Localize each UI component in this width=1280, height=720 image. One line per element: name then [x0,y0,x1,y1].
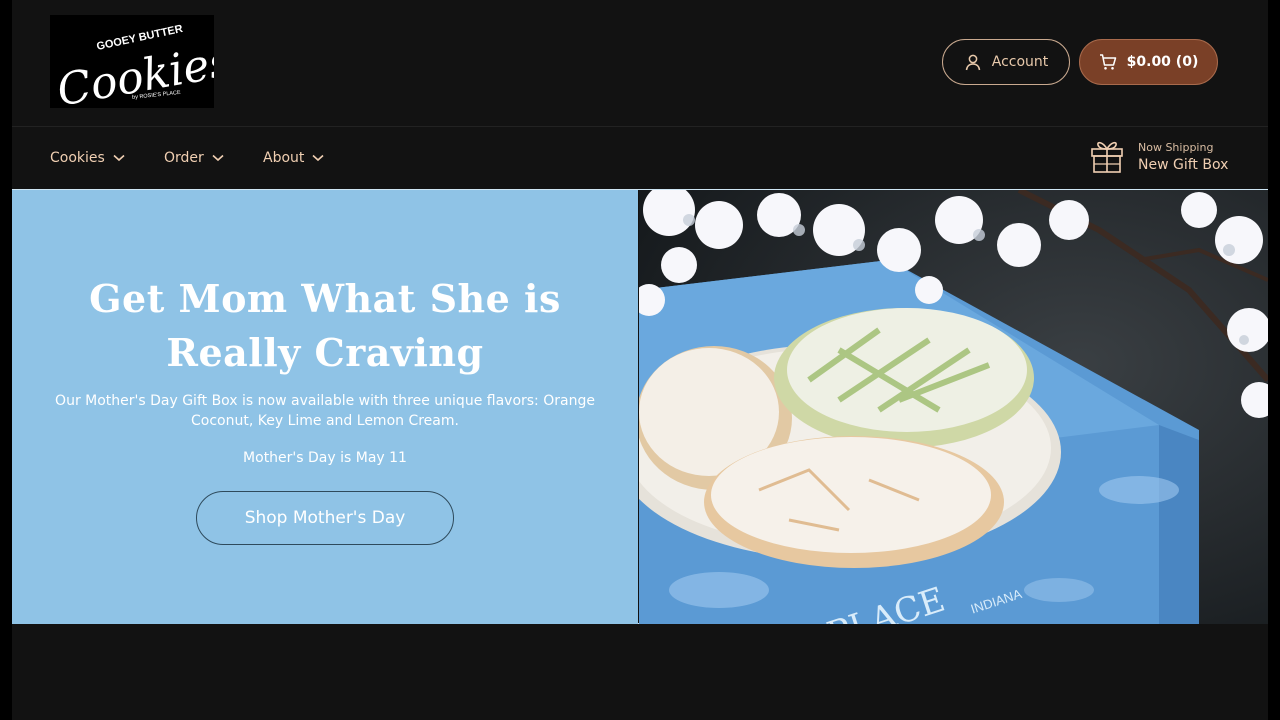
nav-item-label: Order [164,150,204,166]
gift-box-promo[interactable]: Now Shipping New Gift Box [1090,137,1228,179]
logo-graphic: GOOEY BUTTER Cookies by ROSIE'S PLACE [50,15,214,108]
brand-logo[interactable]: GOOEY BUTTER Cookies by ROSIE'S PLACE [50,15,214,108]
shop-mothers-day-button[interactable]: Shop Mother's Day [196,491,454,545]
nav-item-label: About [263,150,305,166]
user-icon [964,53,982,71]
promo-big-text: New Gift Box [1138,157,1229,173]
nav-item-label: Cookies [50,150,105,166]
gift-icon [1090,138,1124,178]
hero-title: Get Mom What She is Really Craving [89,276,561,375]
chevron-down-icon [212,154,224,162]
nav-item-about[interactable]: About [263,127,324,189]
main-nav: Cookies Order About Now Shipping New Gif… [12,127,1268,189]
cart-button[interactable]: $0.00 (0) [1079,39,1218,85]
hero-text-panel: Get Mom What She is Really Craving Our M… [12,190,638,624]
chevron-down-icon [113,154,125,162]
hero-description: Our Mother's Day Gift Box is now availab… [55,393,595,429]
hero-date-note: Mother's Day is May 11 [243,450,407,466]
nav-item-order[interactable]: Order [164,127,224,189]
hero-image: PLACE INDIANA [639,190,1268,624]
account-label: Account [991,54,1049,70]
account-button[interactable]: Account [942,39,1070,85]
nav-item-cookies[interactable]: Cookies [50,127,125,189]
below-fold-area [12,625,1268,720]
promo-small-text: Now Shipping [1138,141,1214,154]
site-container: GOOEY BUTTER Cookies by ROSIE'S PLACE Ac… [12,0,1268,720]
chevron-down-icon [312,154,324,162]
site-header: GOOEY BUTTER Cookies by ROSIE'S PLACE Ac… [12,0,1268,126]
hero-banner: Get Mom What She is Really Craving Our M… [12,189,1268,624]
cart-icon [1099,53,1117,71]
cookie-gift-box-photo: PLACE INDIANA [639,190,1268,624]
cart-label: $0.00 (0) [1126,54,1199,70]
